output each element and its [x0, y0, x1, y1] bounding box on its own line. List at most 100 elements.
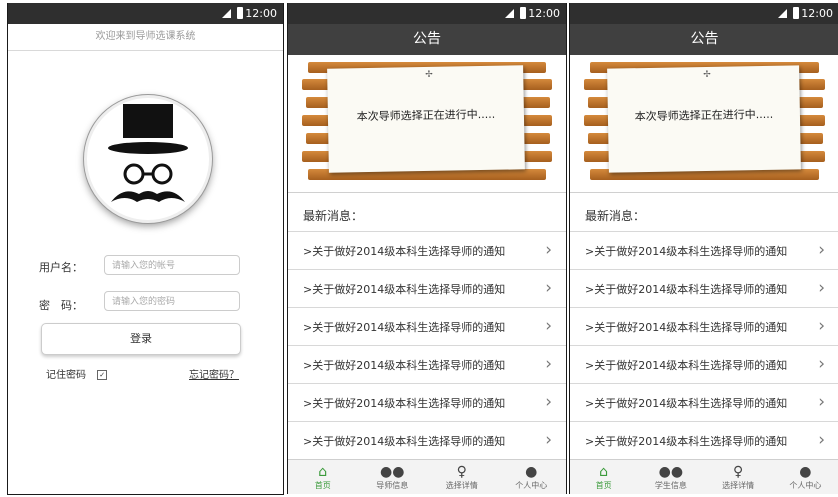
tab-student-info[interactable]: ●● 学生信息 [637, 460, 704, 494]
news-item[interactable]: >关于做好2014级本科生选择导师的通知 › [288, 231, 566, 270]
gentleman-avatar-icon [108, 104, 188, 202]
chevron-right-icon: › [818, 316, 825, 336]
password-label: 密 码： [39, 299, 83, 312]
lightbulb-icon: ♀ [732, 464, 744, 480]
tab-selection-details[interactable]: ♀ 选择详情 [427, 460, 497, 494]
chevron-right-icon: › [818, 354, 825, 374]
status-bar: 12:00 [570, 3, 838, 24]
bottom-tab-bar: ⌂ 首页 ●● 学生信息 ♀ 选择详情 ● 个人中心 [570, 459, 838, 494]
pin-icon: ✢ [425, 69, 433, 81]
chevron-right-icon: › [545, 354, 552, 374]
news-item-title: >关于做好2014级本科生选择导师的通知 [303, 435, 506, 448]
news-item-title: >关于做好2014级本科生选择导师的通知 [303, 397, 506, 410]
status-time: 12:00 [245, 7, 277, 20]
tab-selection-details[interactable]: ♀ 选择详情 [705, 460, 772, 494]
news-item-title: >关于做好2014级本科生选择导师的通知 [585, 321, 788, 334]
tab-label: 选择详情 [445, 481, 478, 490]
chevron-right-icon: › [545, 278, 552, 298]
tab-label: 选择详情 [722, 481, 755, 490]
people-icon: ●● [380, 464, 405, 480]
remember-checkbox[interactable]: ✓ [97, 370, 108, 380]
signal-icon [505, 9, 514, 18]
person-icon: ● [525, 464, 538, 480]
tab-label: 首页 [595, 481, 612, 490]
remember-password[interactable]: 记住密码 ✓ [46, 366, 108, 381]
chevron-right-icon: › [545, 316, 552, 336]
chevron-right-icon: › [818, 278, 825, 298]
signal-icon [778, 9, 787, 18]
home-icon: ⌂ [599, 464, 609, 480]
news-item[interactable]: >关于做好2014级本科生选择导师的通知 › [570, 269, 838, 308]
news-header: 最新消息： [585, 209, 646, 223]
battery-icon [793, 7, 799, 19]
banner-text: 本次导师选择正在进行中..... [634, 107, 774, 124]
tab-label: 个人中心 [515, 481, 548, 490]
news-item[interactable]: >关于做好2014级本科生选择导师的通知 › [288, 269, 566, 308]
banner-text: 本次导师选择正在进行中..... [356, 107, 496, 124]
chevron-right-icon: › [545, 430, 552, 450]
bottom-tab-bar: ⌂ 首页 ●● 导师信息 ♀ 选择详情 ● 个人中心 [288, 459, 566, 494]
news-item-title: >关于做好2014级本科生选择导师的通知 [303, 245, 506, 258]
page-title: 公告 [570, 24, 838, 55]
chevron-right-icon: › [818, 430, 825, 450]
notice-paper: ✢ 本次导师选择正在进行中..... [607, 65, 801, 173]
battery-icon [520, 7, 526, 19]
lightbulb-icon: ♀ [456, 464, 467, 480]
chevron-right-icon: › [818, 392, 825, 412]
news-item[interactable]: >关于做好2014级本科生选择导师的通知 › [288, 345, 566, 384]
chevron-right-icon: › [818, 240, 825, 260]
status-time: 12:00 [801, 7, 833, 20]
news-item[interactable]: >关于做好2014级本科生选择导师的通知 › [570, 421, 838, 460]
avatar [84, 95, 212, 223]
news-item-title: >关于做好2014级本科生选择导师的通知 [585, 245, 788, 258]
page-title: 公告 [288, 24, 566, 55]
tab-home[interactable]: ⌂ 首页 [288, 460, 358, 494]
notice-screen-student-info: 12:00 公告 ✢ 本次导师选择正在进行中..... 最新消息： >关于做好2… [569, 3, 838, 494]
tab-label: 导师信息 [376, 481, 409, 490]
notice-banner: ✢ 本次导师选择正在进行中..... [570, 55, 838, 193]
people-icon: ●● [658, 464, 684, 480]
news-item[interactable]: >关于做好2014级本科生选择导师的通知 › [570, 383, 838, 422]
chevron-right-icon: › [545, 240, 552, 260]
notice-banner: ✢ 本次导师选择正在进行中..... [288, 55, 566, 193]
status-bar: 12:00 [8, 3, 283, 24]
news-item[interactable]: >关于做好2014级本科生选择导师的通知 › [570, 231, 838, 270]
tab-home[interactable]: ⌂ 首页 [570, 460, 637, 494]
news-item-title: >关于做好2014级本科生选择导师的通知 [585, 397, 788, 410]
login-button[interactable]: 登录 [41, 323, 241, 355]
news-item[interactable]: >关于做好2014级本科生选择导师的通知 › [570, 307, 838, 346]
tab-label: 学生信息 [654, 481, 687, 490]
welcome-banner: 欢迎来到导师选课系统 [8, 24, 283, 51]
tab-label: 个人中心 [789, 481, 822, 490]
battery-icon [237, 7, 243, 19]
login-screen: 12:00 欢迎来到导师选课系统 用户名： 请输入您的帐号 密 码： 请输入您的… [7, 3, 284, 495]
news-item-title: >关于做好2014级本科生选择导师的通知 [303, 321, 506, 334]
status-bar: 12:00 [288, 3, 566, 24]
person-icon: ● [799, 464, 812, 480]
remember-label: 记住密码 [46, 370, 86, 381]
news-item-title: >关于做好2014级本科生选择导师的通知 [585, 283, 788, 296]
news-item-title: >关于做好2014级本科生选择导师的通知 [585, 359, 788, 372]
username-label: 用户名： [39, 261, 83, 274]
forgot-password-link[interactable]: 忘记密码？ [189, 366, 239, 381]
news-item-title: >关于做好2014级本科生选择导师的通知 [303, 359, 506, 372]
status-time: 12:00 [528, 7, 560, 20]
tab-personal-center[interactable]: ● 个人中心 [772, 460, 838, 494]
notice-screen-teacher-info: 12:00 公告 ✢ 本次导师选择正在进行中..... 最新消息： >关于做好2… [287, 3, 567, 494]
tab-personal-center[interactable]: ● 个人中心 [497, 460, 567, 494]
news-item[interactable]: >关于做好2014级本科生选择导师的通知 › [288, 307, 566, 346]
home-icon: ⌂ [318, 464, 328, 480]
pin-icon: ✢ [703, 69, 711, 81]
news-item-title: >关于做好2014级本科生选择导师的通知 [303, 283, 506, 296]
tab-teacher-info[interactable]: ●● 导师信息 [358, 460, 428, 494]
news-item[interactable]: >关于做好2014级本科生选择导师的通知 › [570, 345, 838, 384]
news-item[interactable]: >关于做好2014级本科生选择导师的通知 › [288, 383, 566, 422]
tab-label: 首页 [314, 481, 331, 490]
chevron-right-icon: › [545, 392, 552, 412]
news-item-title: >关于做好2014级本科生选择导师的通知 [585, 435, 788, 448]
username-input[interactable]: 请输入您的帐号 [104, 255, 240, 275]
news-item[interactable]: >关于做好2014级本科生选择导师的通知 › [288, 421, 566, 460]
notice-paper: ✢ 本次导师选择正在进行中..... [327, 65, 525, 173]
news-header: 最新消息： [303, 209, 364, 223]
password-input[interactable]: 请输入您的密码 [104, 291, 240, 311]
